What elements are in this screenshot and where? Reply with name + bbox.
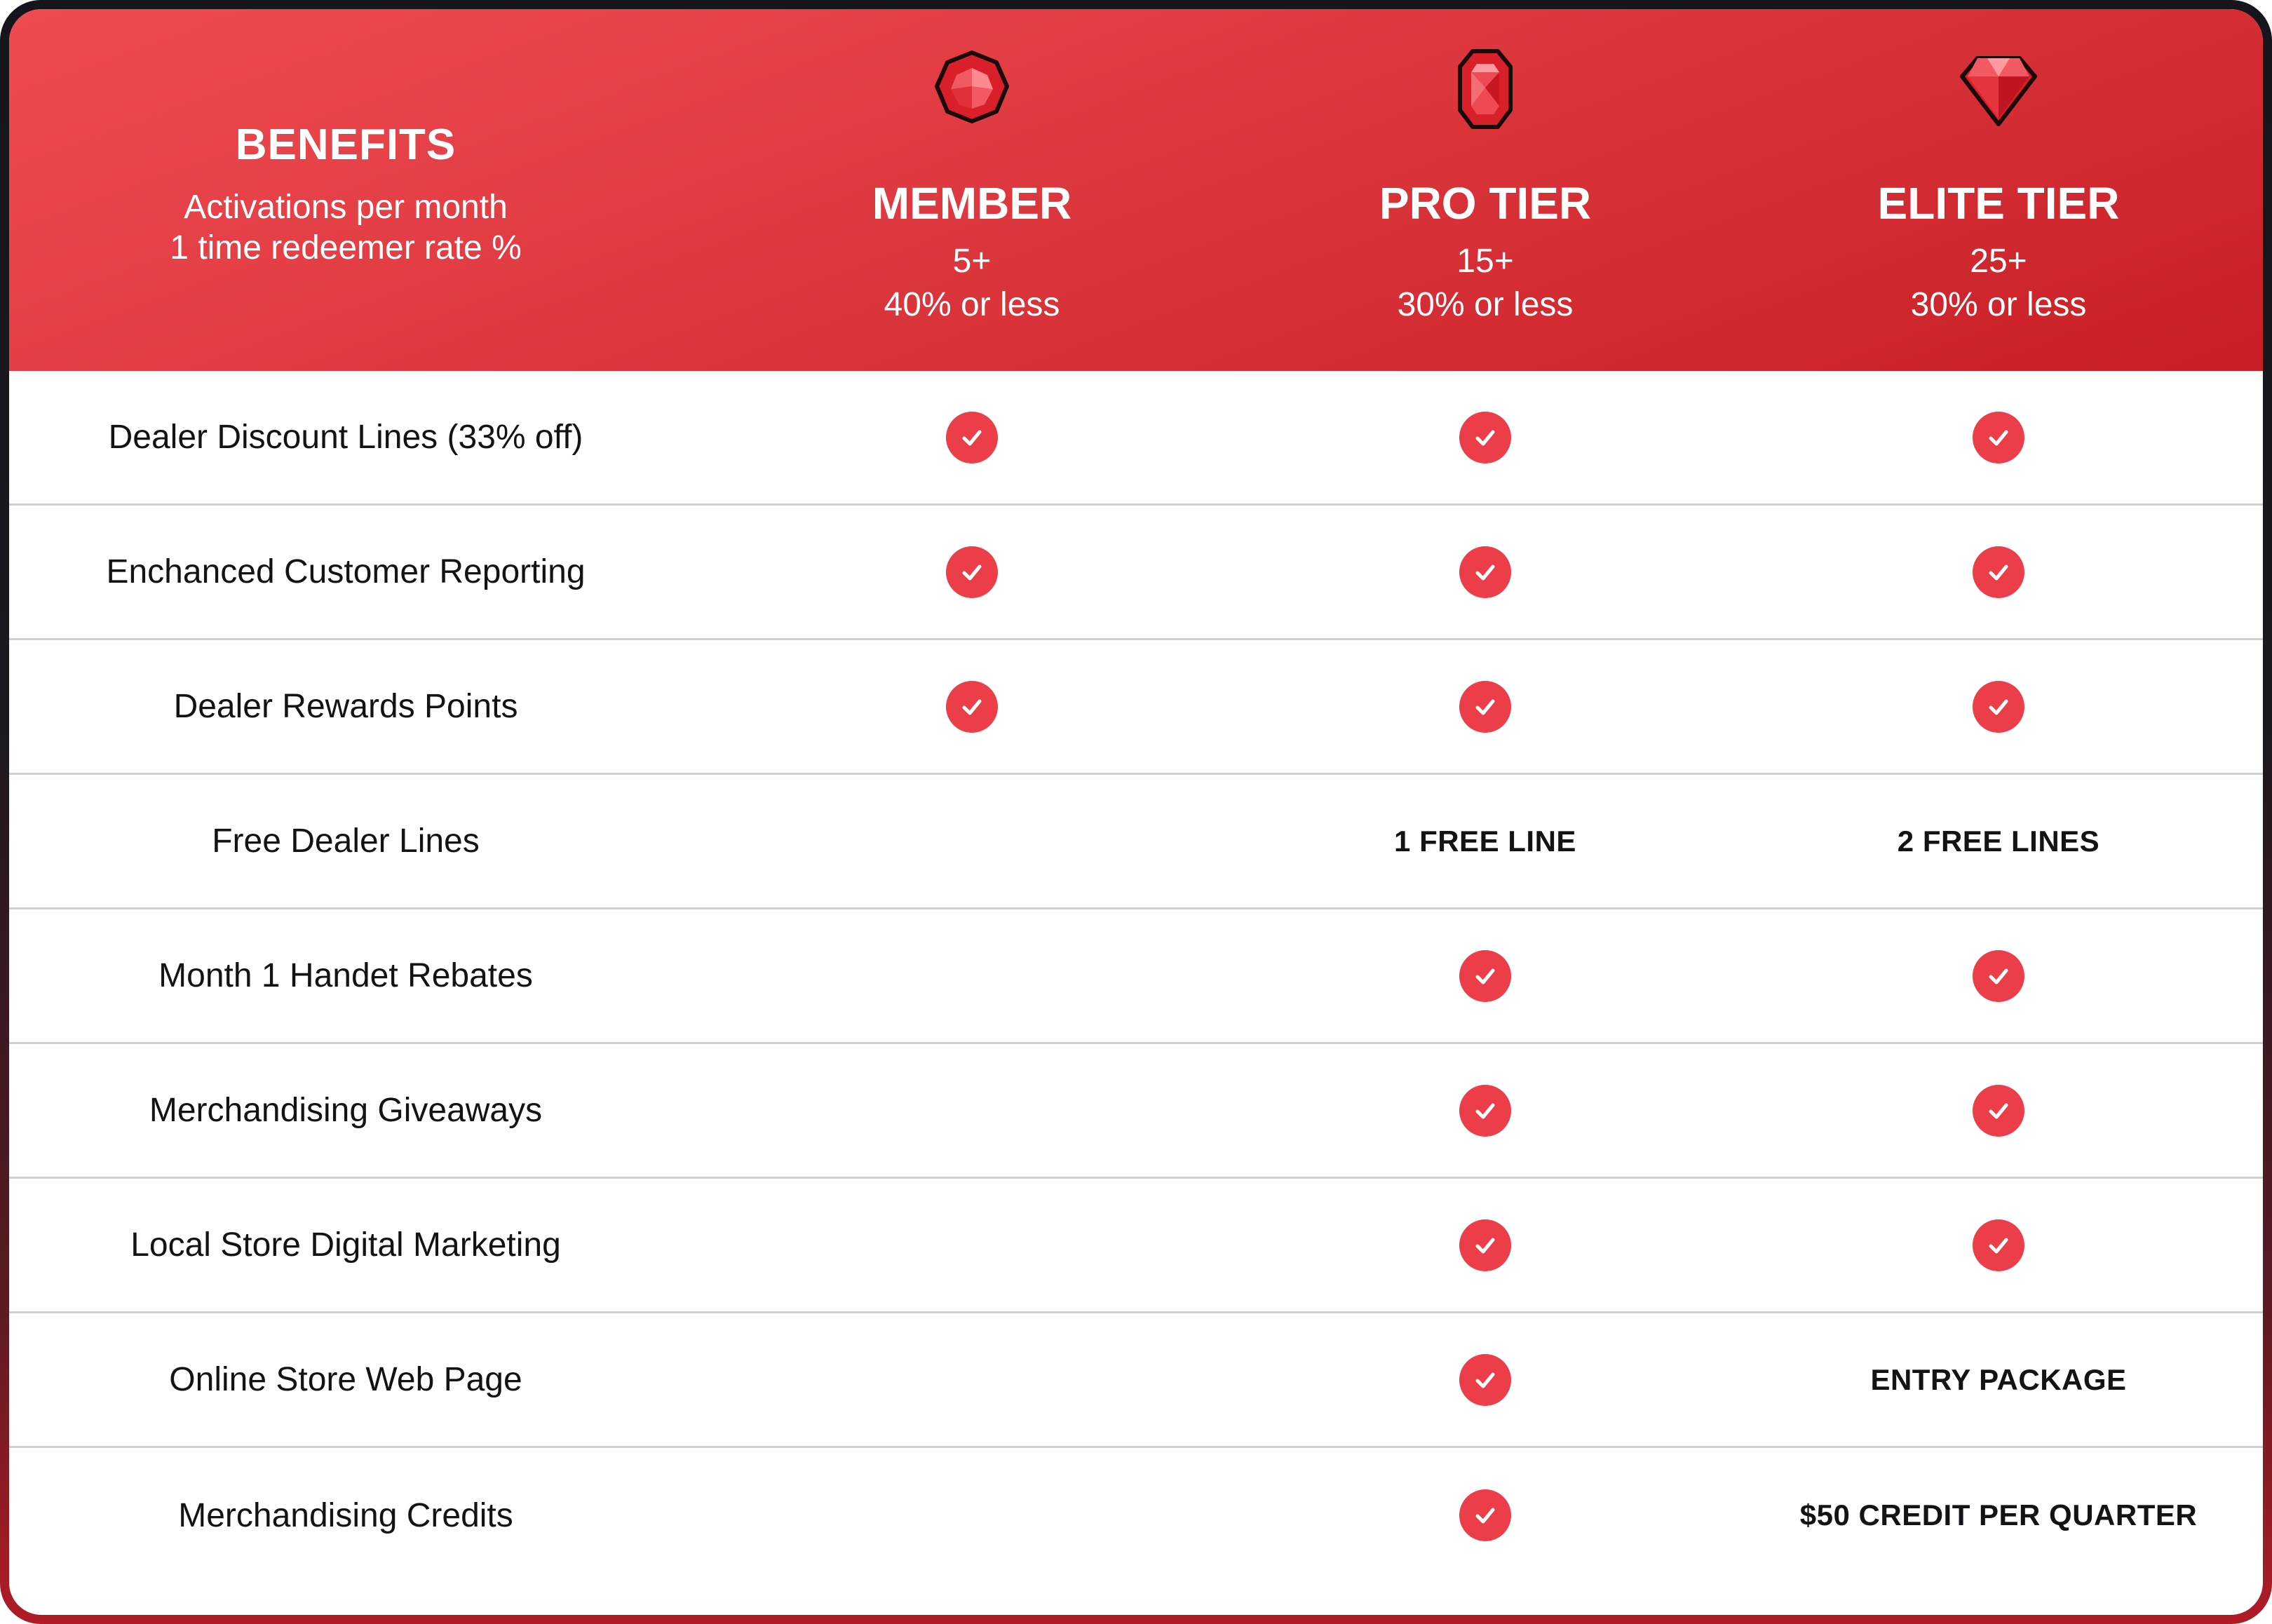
benefit-cell-elite [1739,640,2258,773]
benefit-cell-elite [1739,1044,2258,1177]
benefit-cell-elite [1739,1179,2258,1311]
benefit-cell-member [712,371,1231,503]
check-circle-icon [1973,411,2024,463]
benefit-cell-elite: $50 CREDIT PER QUARTER [1739,1448,2258,1583]
benefit-label: Dealer Discount Lines (33% off) [108,419,583,456]
benefit-label: Free Dealer Lines [212,823,480,860]
benefit-label: Merchandising Credits [178,1496,513,1534]
tier-name-elite: ELITE TIER [1877,178,2120,229]
check-circle-icon [1459,1353,1511,1406]
ruby-round-gem-icon [935,50,1009,123]
benefit-cell-elite [1739,371,2258,503]
benefits-subtitle-redeemer-rate: 1 time redeemer rate % [170,229,522,266]
check-circle-icon [1459,680,1511,733]
table-row: Merchandising Giveaways [9,1044,2263,1179]
table-row: Merchandising Credits $50 CREDIT PER QUAR… [9,1448,2263,1583]
benefit-cell-member [712,1044,1231,1177]
benefit-cell-pro [1226,909,1745,1042]
tier-rate-elite: 30% or less [1910,286,2087,323]
benefit-cell-elite [1739,909,2258,1042]
benefit-cell-member [712,506,1231,638]
tier-rate-pro: 30% or less [1397,286,1574,323]
benefit-cell-pro [1226,1179,1745,1311]
benefit-rows: Dealer Discount Lines (33% off) Enchanced… [9,371,2263,1583]
benefit-cell-member [712,640,1231,773]
check-circle-icon [1459,1084,1511,1137]
benefit-label: Enchanced Customer Reporting [106,553,586,590]
benefit-value-text: ENTRY PACKAGE [1870,1362,2127,1396]
table-row: Dealer Discount Lines (33% off) [9,371,2263,506]
benefit-label: Dealer Rewards Points [173,688,518,725]
check-circle-icon [1973,949,2024,1002]
table-row: Free Dealer Lines 1 FREE LINE 2 FREE LINES [9,775,2263,909]
check-circle-icon [946,546,998,598]
benefit-cell-pro [1226,506,1745,638]
check-circle-icon [1459,1489,1511,1541]
check-circle-icon [1973,1219,2024,1271]
tier-header-elite: ELITE TIER 25+ 30% or less [1739,9,2258,371]
table-row: Month 1 Handet Rebates [9,909,2263,1044]
benefit-label: Local Store Digital Marketing [130,1226,561,1264]
benefit-cell-member [712,1313,1231,1446]
benefit-label: Online Store Web Page [169,1361,522,1398]
tier-rate-member: 40% or less [884,286,1060,323]
tier-activations-member: 5+ [952,243,992,280]
tier-header-pro: PRO TIER 15+ 30% or less [1226,9,1745,371]
table-header: BENEFITS Activations per month 1 time re… [9,9,2263,371]
benefit-cell-elite: ENTRY PACKAGE [1739,1313,2258,1446]
benefit-cell-elite [1739,506,2258,638]
benefit-cell-member [712,909,1231,1042]
benefits-header: BENEFITS Activations per month 1 time re… [9,9,682,371]
check-circle-icon [1459,411,1511,463]
benefit-cell-member [712,1448,1231,1583]
benefits-subtitle-activations: Activations per month [184,189,508,226]
table-row: Dealer Rewards Points [9,640,2263,775]
check-circle-icon [1459,1219,1511,1271]
table-row: Online Store Web Page ENTRY PACKAGE [9,1313,2263,1448]
benefit-cell-pro [1226,1313,1745,1446]
benefit-cell-elite: 2 FREE LINES [1739,775,2258,907]
benefit-label: Merchandising Giveaways [149,1092,543,1129]
benefit-value-text: $50 CREDIT PER QUARTER [1799,1498,2198,1531]
comparison-table: BENEFITS Activations per month 1 time re… [9,9,2263,1615]
tier-activations-pro: 15+ [1456,243,1514,280]
benefits-title: BENEFITS [235,121,457,169]
tier-name-pro: PRO TIER [1379,178,1592,229]
check-circle-icon [946,680,998,733]
benefit-cell-pro [1226,640,1745,773]
benefit-cell-pro [1226,371,1745,503]
benefit-cell-member [712,1179,1231,1311]
benefit-value-text: 2 FREE LINES [1897,824,2100,858]
comparison-card-frame: BENEFITS Activations per month 1 time re… [0,0,2272,1624]
ruby-emerald-cut-gem-icon [1458,49,1513,129]
benefit-cell-pro: 1 FREE LINE [1226,775,1745,907]
tier-name-member: MEMBER [872,178,1072,229]
ruby-diamond-gem-icon [1960,56,2037,126]
table-row: Enchanced Customer Reporting [9,506,2263,640]
check-circle-icon [1973,1084,2024,1137]
check-circle-icon [1973,546,2024,598]
benefit-label: Month 1 Handet Rebates [158,957,533,994]
check-circle-icon [1973,680,2024,733]
benefit-cell-member [712,775,1231,907]
table-row: Local Store Digital Marketing [9,1179,2263,1313]
tier-activations-elite: 25+ [1970,243,2027,280]
check-circle-icon [1459,949,1511,1002]
check-circle-icon [946,411,998,463]
tier-header-member: MEMBER 5+ 40% or less [712,9,1231,371]
benefit-cell-pro [1226,1044,1745,1177]
benefit-value-text: 1 FREE LINE [1394,824,1576,858]
benefit-cell-pro [1226,1448,1745,1583]
check-circle-icon [1459,546,1511,598]
